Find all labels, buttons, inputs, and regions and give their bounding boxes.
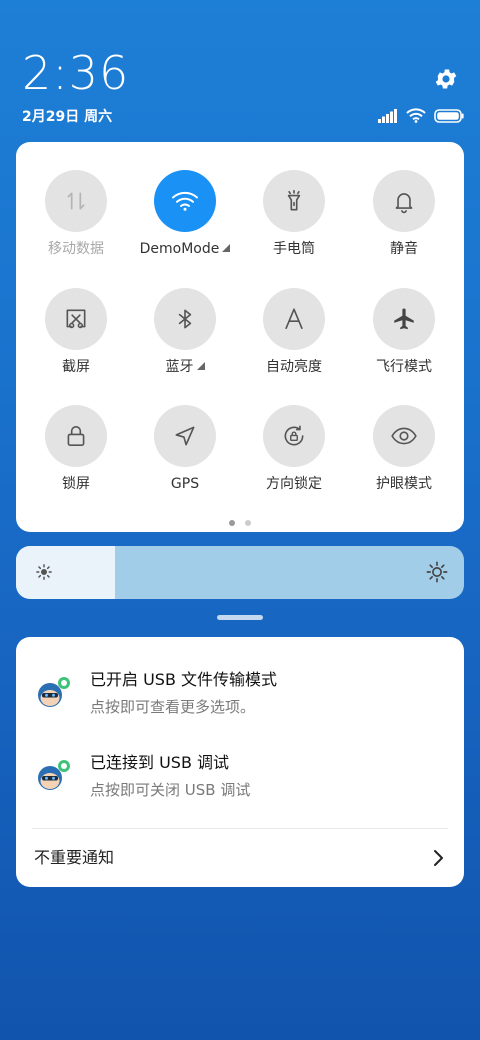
tile-screenshot[interactable]: 截屏 (21, 288, 131, 388)
bluetooth-icon (154, 288, 216, 350)
notification-title: 已连接到 USB 调试 (90, 753, 230, 772)
tile-label-wrap: 蓝牙 (166, 358, 205, 376)
rotation-lock-icon (263, 405, 325, 467)
app-avatar-icon (34, 756, 74, 796)
tile-eye-care[interactable]: 护眼模式 (349, 405, 459, 505)
tile-lock-screen[interactable]: 锁屏 (21, 405, 131, 505)
notification-usb-debugging[interactable]: 已连接到 USB 调试 点按即可关闭 USB 调试 (16, 752, 464, 812)
status-header: 2:36 2月29日 周六 (0, 0, 480, 140)
eye-icon (373, 405, 435, 467)
app-avatar-icon (34, 673, 74, 713)
signal-icon (378, 108, 398, 127)
tile-auto-brightness[interactable]: 自动亮度 (239, 288, 349, 388)
tile-label: 锁屏 (62, 476, 90, 492)
tile-label: 飞行模式 (376, 359, 432, 375)
tile-label: 方向锁定 (266, 476, 322, 492)
tile-label: 自动亮度 (266, 359, 322, 375)
tile-label: 截屏 (62, 359, 90, 375)
tile-label-wrap: DemoMode (140, 240, 231, 258)
tile-mobile-data[interactable]: 移动数据 (21, 170, 131, 270)
divider (32, 828, 448, 829)
mobile-data-icon (45, 170, 107, 232)
airplane-icon (373, 288, 435, 350)
page-indicator (16, 520, 464, 526)
tile-label: 护眼模式 (376, 476, 432, 492)
tile-airplane[interactable]: 飞行模式 (349, 288, 459, 388)
notification-subtitle: 点按即可查看更多选项。 (90, 698, 256, 716)
tile-rotation-lock[interactable]: 方向锁定 (239, 405, 349, 505)
gear-icon[interactable] (433, 66, 459, 92)
unimportant-notifications-link[interactable]: 不重要通知 (34, 847, 114, 869)
chevron-right-icon[interactable] (430, 849, 446, 871)
submenu-indicator-icon (196, 362, 205, 370)
date-label: 2月29日 周六 (22, 109, 113, 125)
notification-subtitle: 点按即可关闭 USB 调试 (90, 781, 251, 799)
flashlight-icon (263, 170, 325, 232)
notification-panel: 已开启 USB 文件传输模式 点按即可查看更多选项。 已连接到 USB 调试 点… (16, 637, 464, 887)
wifi-icon (154, 170, 216, 232)
bell-icon (373, 170, 435, 232)
wifi-icon (406, 107, 426, 127)
auto-brightness-icon (263, 288, 325, 350)
brightness-high-icon (426, 561, 448, 587)
tile-bluetooth[interactable]: 蓝牙 (130, 288, 240, 388)
tile-wifi[interactable]: DemoMode (130, 170, 240, 270)
status-icons (378, 107, 464, 127)
notification-usb-transfer[interactable]: 已开启 USB 文件传输模式 点按即可查看更多选项。 (16, 669, 464, 729)
page-dot (245, 520, 251, 526)
quick-settings-panel: 移动数据 DemoMode 手电筒 静音 截屏 蓝牙 自动亮度 飞行模式 锁屏 … (16, 142, 464, 532)
location-icon (154, 405, 216, 467)
battery-icon (434, 108, 464, 127)
tile-silent[interactable]: 静音 (349, 170, 459, 270)
tile-label: 手电筒 (273, 241, 315, 257)
tile-label: GPS (170, 476, 200, 492)
lock-icon (45, 405, 107, 467)
brightness-low-icon (35, 563, 53, 585)
brightness-slider-fill (16, 546, 115, 599)
drag-handle[interactable] (217, 615, 263, 620)
notification-title: 已开启 USB 文件传输模式 (90, 670, 278, 689)
page-dot (229, 520, 235, 526)
tile-label: 蓝牙 (165, 359, 194, 375)
brightness-slider[interactable] (16, 546, 464, 599)
tile-label: 移动数据 (48, 241, 104, 257)
clock: 2:36 (22, 46, 130, 100)
tile-flashlight[interactable]: 手电筒 (239, 170, 349, 270)
tile-label: DemoMode (139, 241, 220, 257)
tile-gps[interactable]: GPS (130, 405, 240, 505)
tile-label: 静音 (390, 241, 418, 257)
submenu-indicator-icon (222, 244, 231, 252)
screenshot-icon (45, 288, 107, 350)
